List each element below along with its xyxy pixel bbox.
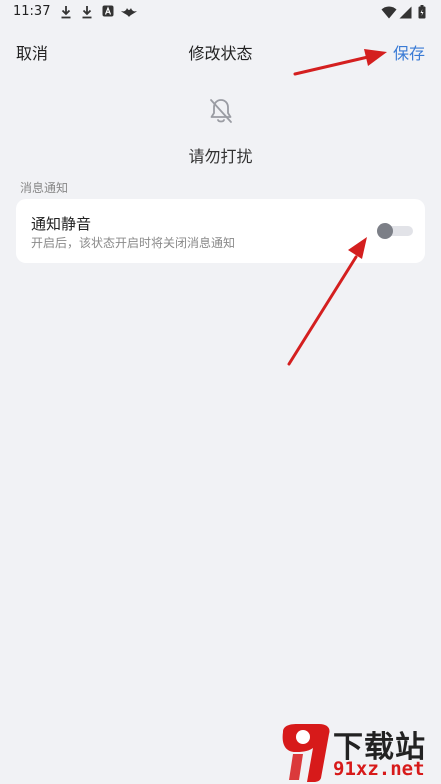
status-name: 请勿打扰	[188, 147, 253, 166]
wifi-icon	[381, 6, 397, 19]
app-a-icon	[102, 5, 114, 17]
bell-off-icon	[206, 96, 236, 126]
mute-notification-card: 通知静音 开启后，该状态开启时将关闭消息通知	[16, 199, 425, 263]
mute-notification-description: 开启后，该状态开启时将关闭消息通知	[31, 236, 236, 250]
save-button[interactable]: 保存	[393, 40, 425, 64]
watermark: 下载站 91xz.net	[279, 722, 441, 784]
page-title: 修改状态	[188, 44, 253, 63]
mute-notification-title: 通知静音	[31, 215, 92, 233]
download-icon	[61, 6, 71, 19]
status-bar: 11:37	[0, 0, 441, 26]
section-label: 消息通知	[20, 181, 69, 195]
header: 取消 修改状态 保存	[0, 30, 441, 70]
bird-app-icon	[121, 8, 137, 17]
signal-icon	[399, 6, 412, 19]
watermark-url: 91xz.net	[333, 758, 425, 780]
status-time: 11:37	[13, 4, 51, 19]
download-icon	[82, 6, 92, 19]
battery-icon	[418, 5, 426, 19]
toggle-knob	[377, 223, 393, 239]
watermark-logo	[282, 724, 330, 782]
mute-notification-toggle[interactable]	[377, 223, 413, 239]
